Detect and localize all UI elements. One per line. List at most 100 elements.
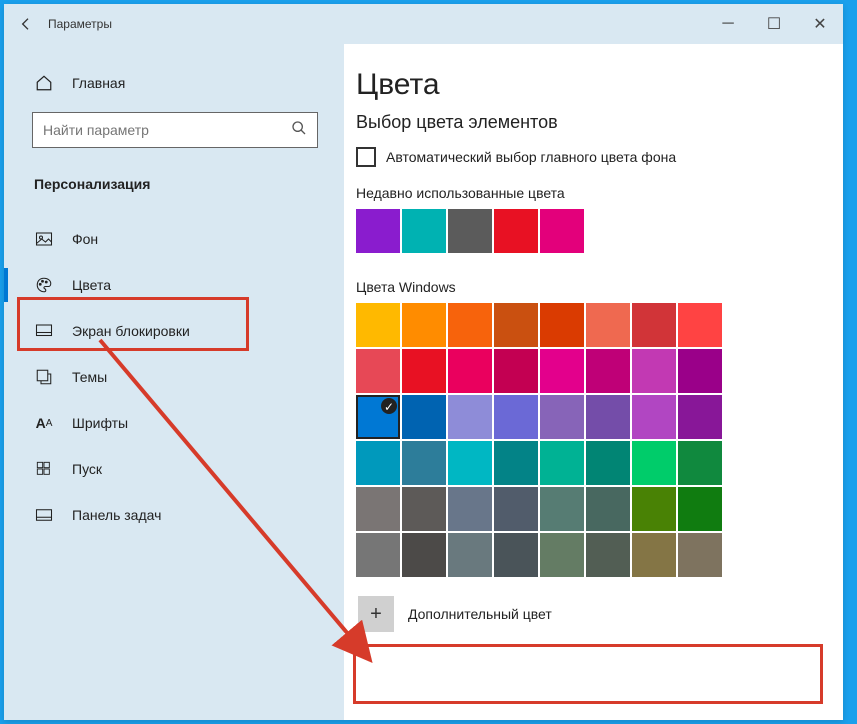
color-swatch[interactable] [586,533,630,577]
settings-window: Параметры ─ ☐ ✕ Главная Персонализация [4,4,843,720]
sidebar-item-lockscreen[interactable]: Экран блокировки [4,308,344,354]
maximize-button[interactable]: ☐ [751,4,797,44]
page-heading: Цвета [356,68,827,102]
sidebar-item-label: Экран блокировки [72,323,190,339]
color-swatch[interactable] [402,395,446,439]
color-swatch[interactable] [402,349,446,393]
palette-icon [34,275,54,295]
color-swatch[interactable] [586,349,630,393]
color-swatch[interactable] [448,209,492,253]
sidebar-item-themes[interactable]: Темы [4,354,344,400]
color-swatch[interactable] [494,533,538,577]
color-swatch[interactable] [678,487,722,531]
color-swatch[interactable] [448,303,492,347]
color-swatch[interactable] [678,533,722,577]
color-swatch[interactable] [632,395,676,439]
color-swatch[interactable] [448,441,492,485]
search-input[interactable] [43,122,291,138]
color-swatch[interactable] [356,303,400,347]
color-swatch[interactable] [678,395,722,439]
sidebar-item-label: Шрифты [72,415,128,431]
color-swatch[interactable] [540,209,584,253]
color-swatch[interactable] [586,303,630,347]
color-swatch[interactable] [448,395,492,439]
content: Цвета Выбор цвета элементов Автоматическ… [344,44,843,720]
color-swatch[interactable] [402,487,446,531]
sidebar-item-taskbar[interactable]: Панель задач [4,492,344,538]
search-box[interactable] [32,112,318,148]
color-swatch[interactable] [632,487,676,531]
sidebar-home[interactable]: Главная [4,60,344,106]
add-custom-color[interactable]: + Дополнительный цвет [356,591,812,637]
sidebar-item-start[interactable]: Пуск [4,446,344,492]
taskbar-icon [34,505,54,525]
windows-colors-label: Цвета Windows [356,279,827,295]
color-swatch[interactable] [540,395,584,439]
color-swatch[interactable] [448,487,492,531]
themes-icon [34,367,54,387]
color-swatch[interactable] [678,441,722,485]
color-swatch[interactable] [356,533,400,577]
color-swatch[interactable] [632,441,676,485]
sidebar-item-label: Панель задач [72,507,161,523]
windows-colors-grid: ✓ [356,303,736,577]
body: Главная Персонализация Фон Ц [4,44,843,720]
start-icon [34,459,54,479]
sidebar-item-label: Цвета [72,277,111,293]
sidebar-category: Персонализация [4,168,344,198]
checkbox-label: Автоматический выбор главного цвета фона [386,149,676,165]
color-swatch[interactable] [448,533,492,577]
add-custom-color-label: Дополнительный цвет [408,606,552,622]
window-title: Параметры [48,17,112,31]
lockscreen-icon [34,321,54,341]
color-swatch[interactable] [632,303,676,347]
color-swatch[interactable] [402,209,446,253]
color-swatch[interactable] [586,441,630,485]
color-swatch[interactable] [494,487,538,531]
sidebar-item-colors[interactable]: Цвета [4,262,344,308]
color-swatch[interactable] [632,533,676,577]
checkbox-box[interactable] [356,147,376,167]
color-swatch[interactable] [540,533,584,577]
sidebar-item-label: Темы [72,369,107,385]
color-swatch[interactable] [356,441,400,485]
color-swatch[interactable]: ✓ [356,395,400,439]
fonts-icon: AA [34,413,54,433]
sidebar-item-label: Пуск [72,461,102,477]
sidebar-home-label: Главная [72,75,125,91]
picture-icon [34,229,54,249]
color-swatch[interactable] [494,209,538,253]
titlebar: Параметры ─ ☐ ✕ [4,4,843,44]
color-swatch[interactable] [494,441,538,485]
color-swatch[interactable] [586,395,630,439]
color-swatch[interactable] [402,533,446,577]
color-swatch[interactable] [402,441,446,485]
color-swatch[interactable] [356,487,400,531]
color-swatch[interactable] [356,349,400,393]
color-swatch[interactable] [678,349,722,393]
color-swatch[interactable] [540,441,584,485]
color-swatch[interactable] [586,487,630,531]
sidebar-item-background[interactable]: Фон [4,216,344,262]
auto-color-checkbox[interactable]: Автоматический выбор главного цвета фона [356,147,827,167]
sidebar-item-fonts[interactable]: AA Шрифты [4,400,344,446]
recent-colors [356,209,827,253]
close-button[interactable]: ✕ [797,4,843,44]
color-swatch[interactable] [494,395,538,439]
recent-colors-label: Недавно использованные цвета [356,185,827,201]
back-button[interactable] [4,4,48,44]
window-controls: ─ ☐ ✕ [705,4,843,44]
color-swatch[interactable] [540,349,584,393]
home-icon [34,73,54,93]
color-swatch[interactable] [540,303,584,347]
color-swatch[interactable] [494,303,538,347]
color-swatch[interactable] [356,209,400,253]
color-swatch[interactable] [540,487,584,531]
color-swatch[interactable] [632,349,676,393]
color-swatch[interactable] [448,349,492,393]
color-swatch[interactable] [494,349,538,393]
minimize-button[interactable]: ─ [705,4,751,44]
color-swatch[interactable] [678,303,722,347]
search-icon [291,120,307,141]
color-swatch[interactable] [402,303,446,347]
